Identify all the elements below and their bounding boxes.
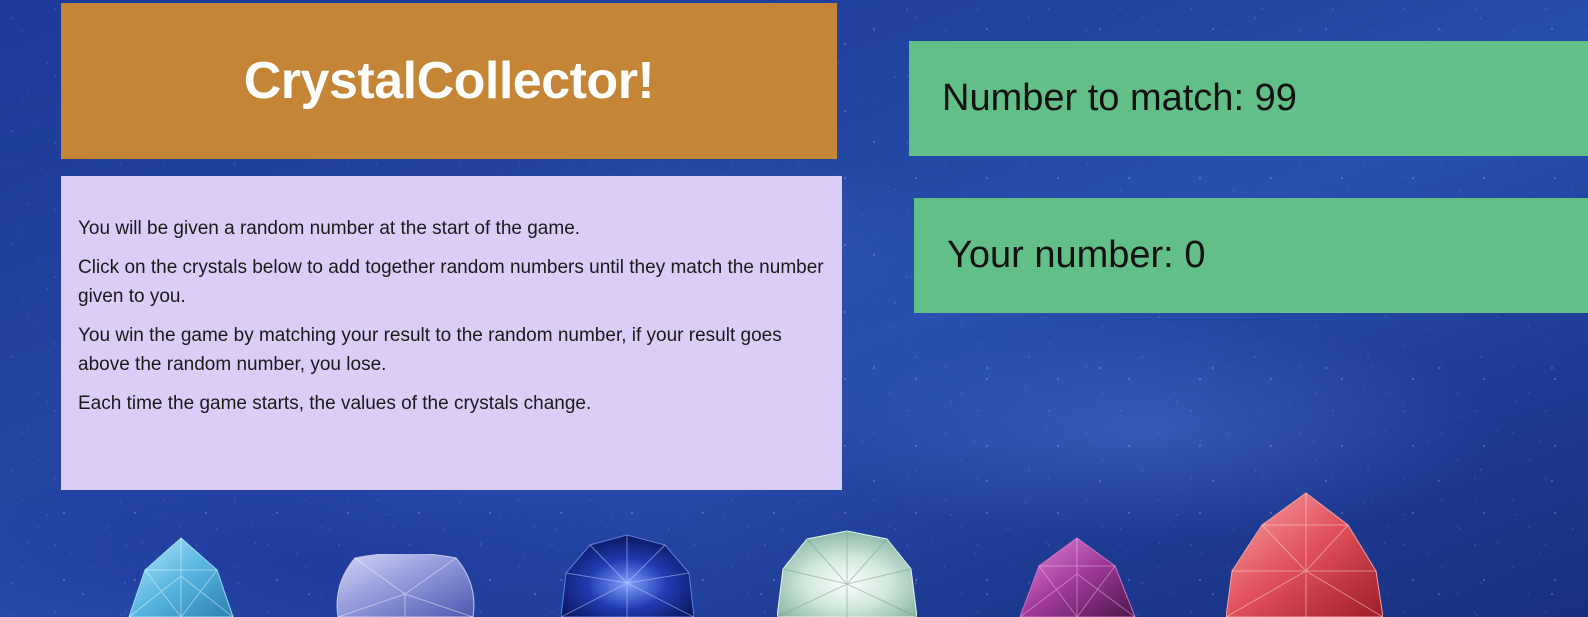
instruction-line: You win the game by matching your result… (78, 325, 782, 375)
crystal-amethyst[interactable] (1017, 536, 1138, 617)
crystal-ruby[interactable] (1226, 491, 1383, 617)
crystal-green-amethyst-icon (777, 530, 917, 617)
crystal-tanzanite[interactable] (333, 554, 478, 617)
crystal-green-amethyst[interactable] (777, 529, 917, 617)
your-number-label: Your number: (947, 234, 1174, 276)
crystal-sapphire-icon (561, 534, 694, 617)
crystal-sapphire[interactable] (561, 533, 694, 617)
crystal-aquamarine[interactable] (121, 536, 241, 617)
crystal-ruby-icon (1226, 492, 1383, 617)
your-number-value: 0 (1184, 234, 1206, 276)
title-banner: CrystalCollector! (61, 3, 837, 159)
target-number-label: Number to match: (942, 77, 1244, 119)
crystal-aquamarine-icon (128, 537, 234, 617)
your-number-panel: Your number: 0 (914, 198, 1588, 313)
instruction-line: You will be given a random number at the… (78, 218, 581, 239)
target-number-panel: Number to match: 99 (909, 41, 1588, 156)
crystal-tanzanite-icon (336, 554, 475, 617)
game-title: CrystalCollector! (243, 52, 655, 110)
crystal-amethyst-icon (1019, 537, 1136, 617)
instructions-panel: You will be given a random number at the… (61, 176, 842, 490)
target-number-value: 99 (1254, 77, 1297, 119)
instruction-line: Click on the crystals below to add toget… (78, 257, 824, 307)
instruction-line: Each time the game starts, the values of… (78, 393, 592, 414)
